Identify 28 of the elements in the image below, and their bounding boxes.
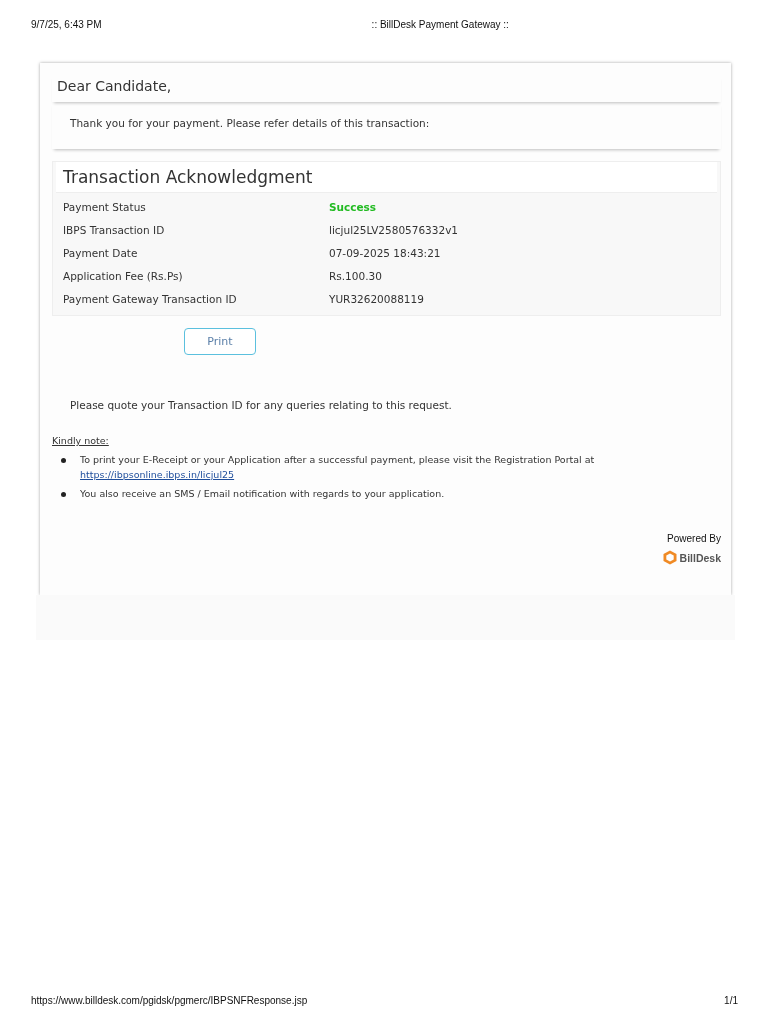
- page-url: https://www.billdesk.com/pgidsk/pgmerc/IBPSNFResponse.jsp: [31, 995, 308, 1006]
- field-value: Rs.100.30: [329, 269, 382, 282]
- field-label: Payment Date: [63, 246, 139, 259]
- panel-title: Transaction Acknowledgment: [63, 167, 313, 187]
- bullet-icon: [61, 458, 66, 463]
- field-value: licjul25LV2580576332v1: [329, 223, 459, 236]
- hexagon-logo-icon: [662, 550, 677, 565]
- field-label: IBPS Transaction ID: [63, 223, 166, 236]
- field-value: Success: [329, 200, 377, 213]
- powered-by-label: Powered By: [667, 533, 721, 544]
- page-number: 1/1: [724, 995, 738, 1006]
- note-text: You also receive an SMS / Email notification with regards to your application.: [80, 488, 445, 499]
- page-title: :: BillDesk Payment Gateway ::: [371, 19, 509, 30]
- note-text: To print your E-Receipt or your Application after a successful payment, please visit the Registration Portal at: [80, 454, 595, 465]
- print-button[interactable]: Print: [184, 328, 256, 355]
- quote-note: Please quote your Transaction ID for any queries relating to this request.: [70, 399, 452, 411]
- print-date: 9/7/25, 6:43 PM: [31, 19, 102, 30]
- field-label: Payment Gateway Transaction ID: [63, 292, 238, 305]
- field-label: Payment Status: [63, 200, 147, 213]
- field-value: 07-09-2025 18:43:21: [329, 246, 441, 259]
- note-heading: Kindly note:: [52, 435, 109, 446]
- greeting: Dear Candidate,: [57, 78, 172, 94]
- field-value: YUR32620088119: [329, 292, 424, 305]
- portal-link[interactable]: https://ibpsonline.ibps.in/licjul25: [80, 469, 595, 480]
- brand-name: BillDesk: [679, 551, 721, 564]
- field-label: Application Fee (Rs.Ps): [63, 269, 184, 282]
- bullet-icon: [61, 492, 66, 497]
- intro-text: Thank you for your payment. Please refer details of this transaction:: [70, 117, 430, 129]
